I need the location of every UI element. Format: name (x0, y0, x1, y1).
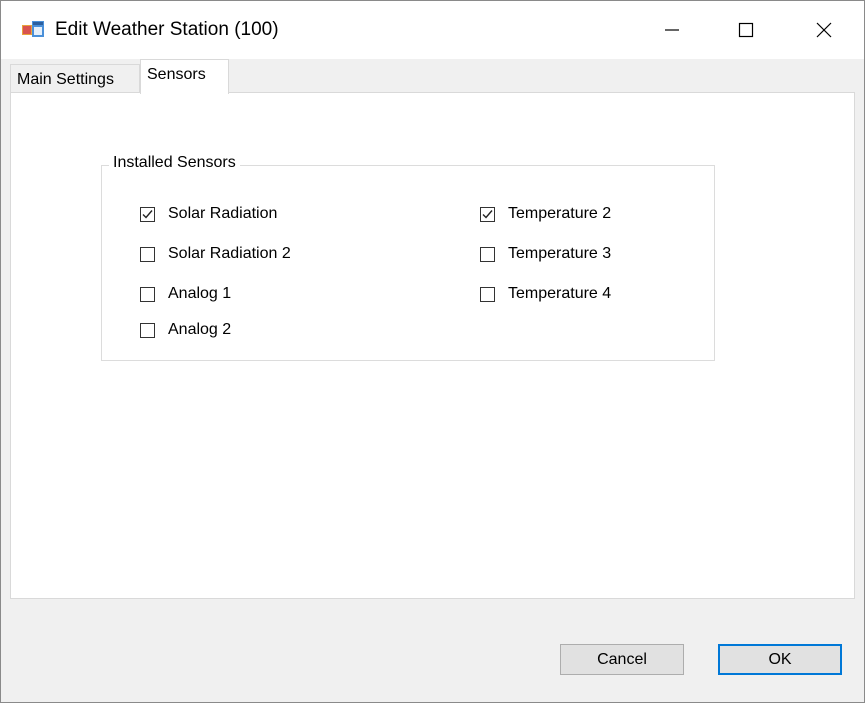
checkbox-label: Analog 1 (168, 285, 232, 302)
checkbox-box[interactable] (480, 246, 495, 262)
checkbox-solar-radiation[interactable]: Solar Radiation (140, 204, 277, 224)
checkbox-temperature-4[interactable]: Temperature 4 (480, 284, 611, 304)
checkbox-box[interactable] (140, 322, 155, 338)
checkbox-box[interactable] (480, 286, 495, 302)
title-bar[interactable]: Edit Weather Station (100) (1, 1, 864, 59)
minimize-icon (665, 29, 679, 31)
maximize-icon (738, 22, 754, 38)
checkbox-analog-2[interactable]: Analog 2 (140, 320, 231, 340)
checkbox-temperature-2[interactable]: Temperature 2 (480, 204, 611, 224)
checkbox-box[interactable] (140, 246, 155, 262)
checkbox-label: Temperature 4 (508, 285, 612, 302)
maximize-button[interactable] (706, 1, 786, 59)
tab-main-settings[interactable]: Main Settings (10, 64, 140, 93)
checkbox-box[interactable] (480, 206, 495, 222)
cancel-button[interactable]: Cancel (560, 644, 684, 675)
checkbox-temperature-3[interactable]: Temperature 3 (480, 244, 611, 264)
checkbox-label: Temperature 2 (508, 205, 612, 222)
installed-sensors-group-title: Installed Sensors (109, 153, 240, 173)
check-mark-icon (142, 209, 153, 219)
close-icon (816, 22, 832, 38)
window-title: Edit Weather Station (100) (55, 19, 279, 40)
ok-button[interactable]: OK (718, 644, 842, 675)
app-window-icon (22, 21, 44, 37)
close-button[interactable] (784, 1, 864, 59)
checkbox-box[interactable] (140, 286, 155, 302)
minimize-button[interactable] (632, 1, 712, 59)
edit-weather-station-dialog: Edit Weather Station (100) Main Settings… (0, 0, 865, 703)
checkbox-solar-radiation-2[interactable]: Solar Radiation 2 (140, 244, 291, 264)
checkbox-label: Analog 2 (168, 321, 232, 338)
checkbox-label: Temperature 3 (508, 245, 612, 262)
check-mark-icon (482, 209, 493, 219)
checkbox-box[interactable] (140, 206, 155, 222)
checkbox-analog-1[interactable]: Analog 1 (140, 284, 231, 304)
checkbox-label: Solar Radiation (168, 205, 278, 222)
checkbox-label: Solar Radiation 2 (168, 245, 291, 262)
tab-sensors[interactable]: Sensors (140, 59, 229, 94)
